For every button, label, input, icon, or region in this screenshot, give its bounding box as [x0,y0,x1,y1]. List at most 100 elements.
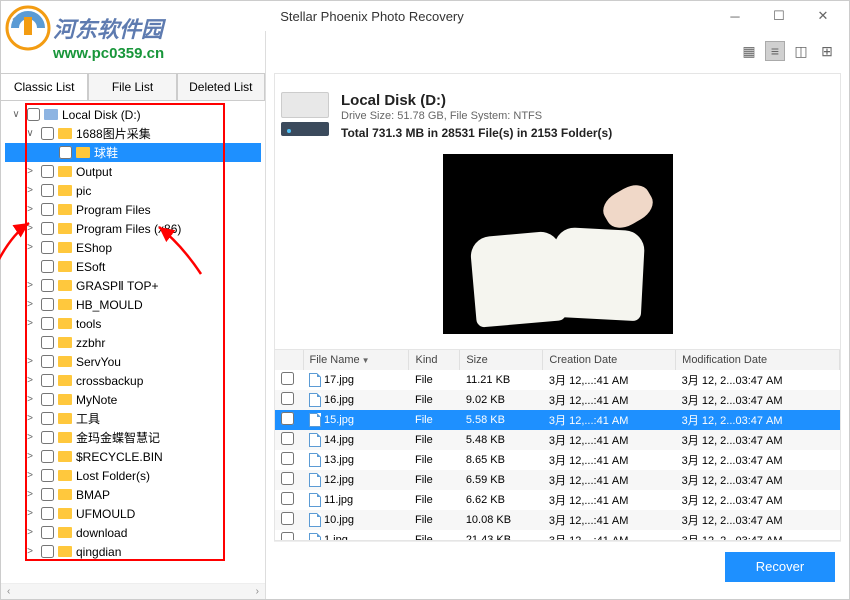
tree-item[interactable]: 球鞋 [5,143,261,162]
tree-checkbox[interactable] [41,355,54,368]
tree-checkbox[interactable] [41,165,54,178]
tree-checkbox[interactable] [41,203,54,216]
file-checkbox[interactable] [281,432,294,445]
file-checkbox[interactable] [281,452,294,465]
col-modification-date[interactable]: Modification Date [676,350,840,370]
table-row[interactable]: 11.jpgFile6.62 KB3月 12,...:41 AM3月 12, 2… [275,490,840,510]
expander-icon[interactable]: > [23,242,37,253]
expander-icon[interactable]: > [23,185,37,196]
tree-item[interactable]: >tools [5,314,261,333]
tree-item[interactable]: >ServYou [5,352,261,371]
tree-item[interactable]: >工具 [5,409,261,428]
expander-icon[interactable]: ∨ [9,109,23,120]
tree-checkbox[interactable] [41,127,54,140]
tree-checkbox[interactable] [41,469,54,482]
tree-item[interactable]: >crossbackup [5,371,261,390]
tree-checkbox[interactable] [27,108,40,121]
expander-icon[interactable]: > [23,413,37,424]
tab-file-list[interactable]: File List [88,73,176,100]
expander-icon[interactable]: > [23,546,37,557]
tree-checkbox[interactable] [41,374,54,387]
expander-icon[interactable]: > [23,280,37,291]
tab-deleted-list[interactable]: Deleted List [177,73,265,100]
tree-checkbox[interactable] [41,260,54,273]
expander-icon[interactable]: > [23,527,37,538]
file-checkbox[interactable] [281,532,294,541]
table-row[interactable]: 15.jpgFile5.58 KB3月 12,...:41 AM3月 12, 2… [275,410,840,430]
file-checkbox[interactable] [281,412,294,425]
maximize-button[interactable]: ☐ [757,1,801,31]
expander-icon[interactable]: > [23,470,37,481]
tree-item[interactable]: zzbhr [5,333,261,352]
table-row[interactable]: 17.jpgFile11.21 KB3月 12,...:41 AM3月 12, … [275,370,840,390]
file-checkbox[interactable] [281,492,294,505]
table-row[interactable]: 10.jpgFile10.08 KB3月 12,...:41 AM3月 12, … [275,510,840,530]
expander-icon[interactable]: > [23,432,37,443]
table-row[interactable]: 16.jpgFile9.02 KB3月 12,...:41 AM3月 12, 2… [275,390,840,410]
tree-item[interactable]: >Lost Folder(s) [5,466,261,485]
tree-item[interactable]: >qingdian [5,542,261,561]
expander-icon[interactable]: > [23,299,37,310]
tree-checkbox[interactable] [41,431,54,444]
expander-icon[interactable]: > [23,318,37,329]
col-size[interactable]: Size [460,350,543,370]
view-grid-icon[interactable]: ▦ [739,41,759,61]
expander-icon[interactable]: > [23,375,37,386]
tree-item[interactable]: >EShop [5,238,261,257]
tree-item[interactable]: >Program Files [5,200,261,219]
tree-item[interactable]: >GRASPⅡ TOP+ [5,276,261,295]
tree-item[interactable]: >pic [5,181,261,200]
expander-icon[interactable]: > [23,204,37,215]
tree-checkbox[interactable] [41,298,54,311]
tree-scrollbar[interactable]: ‹› [1,583,265,599]
tree-item[interactable]: >UFMOULD [5,504,261,523]
col-creation-date[interactable]: Creation Date [543,350,676,370]
tree-item[interactable]: >BMAP [5,485,261,504]
close-button[interactable]: ✕ [801,1,845,31]
view-columns-icon[interactable]: ◫ [791,41,811,61]
expander-icon[interactable]: > [23,451,37,462]
col-file-name[interactable]: File Name▼ [303,350,409,370]
table-row[interactable]: 14.jpgFile5.48 KB3月 12,...:41 AM3月 12, 2… [275,430,840,450]
tree-item[interactable]: ∨Local Disk (D:) [5,105,261,124]
expander-icon[interactable]: > [23,508,37,519]
table-row[interactable]: 12.jpgFile6.59 KB3月 12,...:41 AM3月 12, 2… [275,470,840,490]
tree-item[interactable]: >MyNote [5,390,261,409]
expander-icon[interactable]: > [23,394,37,405]
tree-item[interactable]: ∨1688图片采集 [5,124,261,143]
file-checkbox[interactable] [281,372,294,385]
tree-checkbox[interactable] [41,241,54,254]
file-checkbox[interactable] [281,392,294,405]
file-checkbox[interactable] [281,472,294,485]
tree-checkbox[interactable] [41,184,54,197]
expander-icon[interactable]: > [23,166,37,177]
tree-checkbox[interactable] [41,412,54,425]
tree-checkbox[interactable] [59,146,72,159]
tree-checkbox[interactable] [41,488,54,501]
view-detail-icon[interactable]: ⊞ [817,41,837,61]
tree-checkbox[interactable] [41,279,54,292]
table-row[interactable]: 1.jpgFile21.43 KB3月 12,...:41 AM3月 12, 2… [275,530,840,541]
tree-item[interactable]: >Output [5,162,261,181]
tree-checkbox[interactable] [41,526,54,539]
expander-icon[interactable]: ∨ [23,128,37,139]
minimize-button[interactable]: ─ [713,1,757,31]
tree-item[interactable]: >HB_MOULD [5,295,261,314]
expander-icon[interactable]: > [23,223,37,234]
tree-item[interactable]: >金玛金蝶智慧记 [5,428,261,447]
col-kind[interactable]: Kind [409,350,460,370]
tree-checkbox[interactable] [41,393,54,406]
tab-classic-list[interactable]: Classic List [1,73,88,100]
expander-icon[interactable]: > [23,489,37,500]
tree-checkbox[interactable] [41,336,54,349]
table-row[interactable]: 13.jpgFile8.65 KB3月 12,...:41 AM3月 12, 2… [275,450,840,470]
recover-button[interactable]: Recover [725,552,835,582]
tree-checkbox[interactable] [41,222,54,235]
file-checkbox[interactable] [281,512,294,525]
tree-checkbox[interactable] [41,545,54,558]
expander-icon[interactable]: > [23,356,37,367]
tree-checkbox[interactable] [41,507,54,520]
view-list-icon[interactable]: ≡ [765,41,785,61]
tree-item[interactable]: >download [5,523,261,542]
tree-checkbox[interactable] [41,450,54,463]
